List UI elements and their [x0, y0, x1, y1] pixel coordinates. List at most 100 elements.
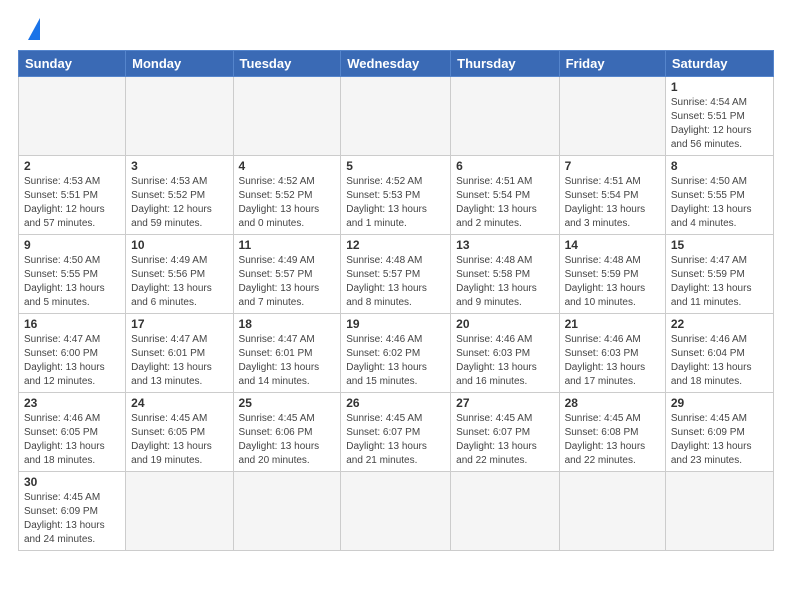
calendar-cell: 25Sunrise: 4:45 AM Sunset: 6:06 PM Dayli…: [233, 393, 341, 472]
day-number: 7: [565, 159, 660, 173]
calendar-cell: 16Sunrise: 4:47 AM Sunset: 6:00 PM Dayli…: [19, 314, 126, 393]
day-info: Sunrise: 4:52 AM Sunset: 5:52 PM Dayligh…: [239, 175, 336, 231]
day-number: 10: [131, 238, 227, 252]
day-info: Sunrise: 4:54 AM Sunset: 5:51 PM Dayligh…: [671, 96, 768, 152]
weekday-header-wednesday: Wednesday: [341, 51, 451, 77]
day-info: Sunrise: 4:46 AM Sunset: 6:02 PM Dayligh…: [346, 333, 445, 389]
calendar-cell: 10 Sunrise: 4:49 AM Sunset: 5:56 PM Dayli…: [126, 235, 233, 314]
day-number: 4: [239, 159, 336, 173]
day-number: 14: [565, 238, 660, 252]
calendar-cell: 13 Sunrise: 4:48 AM Sunset: 5:58 PM Dayli…: [451, 235, 559, 314]
day-info: Sunrise: 4:45 AM Sunset: 6:07 PM Dayligh…: [456, 412, 553, 468]
calendar-cell: [451, 77, 559, 156]
day-info: Sunrise: 4:45 AM Sunset: 6:08 PM Dayligh…: [565, 412, 660, 468]
week-row-1: 1 Sunrise: 4:54 AM Sunset: 5:51 PM Daylig…: [19, 77, 774, 156]
day-info: Sunrise: 4:48 AM Sunset: 5:57 PM Dayligh…: [346, 254, 445, 310]
day-info: Sunrise: 4:47 AM Sunset: 6:01 PM Dayligh…: [131, 333, 227, 389]
day-number: 18: [239, 317, 336, 331]
calendar-cell: 2 Sunrise: 4:53 AM Sunset: 5:51 PM Daylig…: [19, 156, 126, 235]
day-number: 1: [671, 80, 768, 94]
day-number: 28: [565, 396, 660, 410]
logo: [18, 18, 40, 40]
calendar-cell: 1 Sunrise: 4:54 AM Sunset: 5:51 PM Daylig…: [665, 77, 773, 156]
calendar-cell: 9 Sunrise: 4:50 AM Sunset: 5:55 PM Daylig…: [19, 235, 126, 314]
day-number: 26: [346, 396, 445, 410]
weekday-header-thursday: Thursday: [451, 51, 559, 77]
weekday-header-monday: Monday: [126, 51, 233, 77]
week-row-3: 9 Sunrise: 4:50 AM Sunset: 5:55 PM Daylig…: [19, 235, 774, 314]
day-info: Sunrise: 4:46 AM Sunset: 6:03 PM Dayligh…: [456, 333, 553, 389]
day-info: Sunrise: 4:45 AM Sunset: 6:09 PM Dayligh…: [24, 491, 120, 547]
day-info: Sunrise: 4:53 AM Sunset: 5:52 PM Dayligh…: [131, 175, 227, 231]
calendar-cell: [341, 77, 451, 156]
weekday-header-saturday: Saturday: [665, 51, 773, 77]
calendar-cell: [19, 77, 126, 156]
calendar-cell: 14Sunrise: 4:48 AM Sunset: 5:59 PM Dayli…: [559, 235, 665, 314]
day-info: Sunrise: 4:46 AM Sunset: 6:03 PM Dayligh…: [565, 333, 660, 389]
week-row-6: 30 Sunrise: 4:45 AM Sunset: 6:09 PM Dayli…: [19, 472, 774, 551]
weekday-header-tuesday: Tuesday: [233, 51, 341, 77]
day-number: 6: [456, 159, 553, 173]
calendar-cell: [665, 472, 773, 551]
day-info: Sunrise: 4:49 AM Sunset: 5:57 PM Dayligh…: [239, 254, 336, 310]
week-row-4: 16Sunrise: 4:47 AM Sunset: 6:00 PM Dayli…: [19, 314, 774, 393]
calendar-cell: [559, 472, 665, 551]
calendar-table: SundayMondayTuesdayWednesdayThursdayFrid…: [18, 50, 774, 551]
calendar-cell: [341, 472, 451, 551]
calendar-cell: 4 Sunrise: 4:52 AM Sunset: 5:52 PM Daylig…: [233, 156, 341, 235]
day-info: Sunrise: 4:46 AM Sunset: 6:05 PM Dayligh…: [24, 412, 120, 468]
calendar-cell: 8Sunrise: 4:50 AM Sunset: 5:55 PM Daylig…: [665, 156, 773, 235]
calendar-cell: 24 Sunrise: 4:45 AM Sunset: 6:05 PM Dayli…: [126, 393, 233, 472]
calendar-cell: 3 Sunrise: 4:53 AM Sunset: 5:52 PM Daylig…: [126, 156, 233, 235]
day-info: Sunrise: 4:45 AM Sunset: 6:05 PM Dayligh…: [131, 412, 227, 468]
calendar-cell: 21 Sunrise: 4:46 AM Sunset: 6:03 PM Dayli…: [559, 314, 665, 393]
day-info: Sunrise: 4:47 AM Sunset: 6:01 PM Dayligh…: [239, 333, 336, 389]
day-info: Sunrise: 4:50 AM Sunset: 5:55 PM Dayligh…: [24, 254, 120, 310]
calendar-cell: 30 Sunrise: 4:45 AM Sunset: 6:09 PM Dayli…: [19, 472, 126, 551]
calendar-cell: 22Sunrise: 4:46 AM Sunset: 6:04 PM Dayli…: [665, 314, 773, 393]
day-info: Sunrise: 4:47 AM Sunset: 6:00 PM Dayligh…: [24, 333, 120, 389]
calendar-cell: [233, 77, 341, 156]
day-info: Sunrise: 4:45 AM Sunset: 6:06 PM Dayligh…: [239, 412, 336, 468]
day-info: Sunrise: 4:46 AM Sunset: 6:04 PM Dayligh…: [671, 333, 768, 389]
calendar-cell: 26 Sunrise: 4:45 AM Sunset: 6:07 PM Dayli…: [341, 393, 451, 472]
day-number: 17: [131, 317, 227, 331]
header: [18, 18, 774, 40]
week-row-2: 2 Sunrise: 4:53 AM Sunset: 5:51 PM Daylig…: [19, 156, 774, 235]
day-number: 24: [131, 396, 227, 410]
day-number: 8: [671, 159, 768, 173]
day-number: 29: [671, 396, 768, 410]
weekday-header-friday: Friday: [559, 51, 665, 77]
calendar-cell: 18 Sunrise: 4:47 AM Sunset: 6:01 PM Dayli…: [233, 314, 341, 393]
calendar-cell: 23Sunrise: 4:46 AM Sunset: 6:05 PM Dayli…: [19, 393, 126, 472]
day-info: Sunrise: 4:51 AM Sunset: 5:54 PM Dayligh…: [456, 175, 553, 231]
day-info: Sunrise: 4:49 AM Sunset: 5:56 PM Dayligh…: [131, 254, 227, 310]
day-number: 3: [131, 159, 227, 173]
day-number: 21: [565, 317, 660, 331]
day-number: 2: [24, 159, 120, 173]
day-number: 19: [346, 317, 445, 331]
calendar-header: SundayMondayTuesdayWednesdayThursdayFrid…: [19, 51, 774, 77]
day-info: Sunrise: 4:52 AM Sunset: 5:53 PM Dayligh…: [346, 175, 445, 231]
day-number: 11: [239, 238, 336, 252]
calendar-cell: 27 Sunrise: 4:45 AM Sunset: 6:07 PM Dayli…: [451, 393, 559, 472]
day-number: 13: [456, 238, 553, 252]
day-number: 9: [24, 238, 120, 252]
day-number: 27: [456, 396, 553, 410]
calendar-cell: 11 Sunrise: 4:49 AM Sunset: 5:57 PM Dayli…: [233, 235, 341, 314]
day-info: Sunrise: 4:53 AM Sunset: 5:51 PM Dayligh…: [24, 175, 120, 231]
day-info: Sunrise: 4:45 AM Sunset: 6:07 PM Dayligh…: [346, 412, 445, 468]
calendar-cell: 6 Sunrise: 4:51 AM Sunset: 5:54 PM Daylig…: [451, 156, 559, 235]
calendar-cell: [126, 472, 233, 551]
calendar-cell: [126, 77, 233, 156]
day-info: Sunrise: 4:45 AM Sunset: 6:09 PM Dayligh…: [671, 412, 768, 468]
calendar-cell: 12Sunrise: 4:48 AM Sunset: 5:57 PM Dayli…: [341, 235, 451, 314]
day-number: 15: [671, 238, 768, 252]
calendar-cell: 20Sunrise: 4:46 AM Sunset: 6:03 PM Dayli…: [451, 314, 559, 393]
day-info: Sunrise: 4:48 AM Sunset: 5:58 PM Dayligh…: [456, 254, 553, 310]
page: SundayMondayTuesdayWednesdayThursdayFrid…: [0, 0, 792, 561]
day-info: Sunrise: 4:51 AM Sunset: 5:54 PM Dayligh…: [565, 175, 660, 231]
day-number: 30: [24, 475, 120, 489]
calendar-cell: [451, 472, 559, 551]
calendar-body: 1 Sunrise: 4:54 AM Sunset: 5:51 PM Daylig…: [19, 77, 774, 551]
